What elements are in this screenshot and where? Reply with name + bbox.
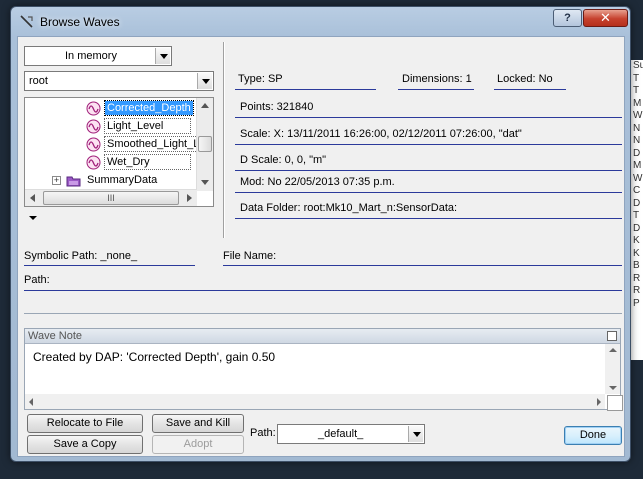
scroll-down-icon[interactable] [197, 174, 213, 190]
wave-note-panel: Wave Note Created by DAP: 'Corrected Dep… [24, 328, 621, 410]
source-select-value: In memory [65, 50, 117, 62]
background-strip-item: T [633, 72, 640, 84]
folder-select[interactable]: root [24, 71, 214, 91]
chevron-down-icon[interactable] [197, 73, 212, 89]
folder-select-value: root [29, 75, 48, 87]
note-horizontal-scrollbar[interactable] [25, 394, 605, 409]
scroll-down-icon[interactable] [605, 379, 620, 394]
folder-icon [66, 176, 81, 187]
underline [494, 89, 566, 90]
browse-waves-dialog: Browse Waves ? ✕ In memory root Correcte… [10, 6, 631, 462]
scroll-thumb[interactable] [198, 136, 212, 152]
mod-field: Mod: No 22/05/2013 07:35 p.m. [240, 176, 395, 188]
background-strip-item: Su [633, 60, 643, 71]
underline [235, 192, 622, 193]
background-strip-item: M [633, 97, 642, 109]
file-name-field: File Name: [223, 250, 277, 262]
underline [235, 170, 622, 171]
help-button[interactable]: ? [553, 9, 582, 27]
points-field: Points: 321840 [240, 101, 314, 113]
browse-waves-icon [20, 15, 33, 28]
wave-tree[interactable]: Corrected_Depth Light_Level Smoothed_Lig… [24, 97, 214, 207]
dscale-field: D Scale: 0, 0, "m" [240, 154, 327, 166]
vertical-separator [223, 42, 225, 238]
locked-field: Locked: No [497, 73, 553, 85]
path-select-label: Path: [250, 427, 276, 439]
background-strip-item: C [633, 185, 641, 196]
underline [235, 89, 376, 90]
source-select[interactable]: In memory [24, 46, 172, 66]
underline [235, 144, 622, 145]
background-strip-item: R [633, 272, 641, 284]
background-app-strip: Su T T M W N N D M W C D T D K K B R R P [630, 60, 643, 360]
wave-note-text[interactable]: Created by DAP: 'Corrected Depth', gain … [33, 350, 275, 364]
window-title: Browse Waves [40, 15, 120, 29]
wave-icon [86, 119, 101, 134]
adopt-button[interactable]: Adopt [152, 435, 244, 454]
close-button[interactable]: ✕ [583, 9, 628, 27]
divider [24, 313, 622, 314]
background-strip-item: T [633, 85, 640, 96]
scale-field: Scale: X: 13/11/2011 16:26:00, 02/12/201… [240, 128, 522, 140]
background-strip-item: K [633, 235, 640, 246]
background-strip-item: T [633, 210, 640, 221]
data-folder-field: Data Folder: root:Mk10_Mart_n:SensorData… [240, 202, 458, 214]
scroll-up-icon[interactable] [605, 344, 620, 359]
wave-note-title: Wave Note [28, 330, 83, 342]
save-and-kill-button[interactable]: Save and Kill [152, 414, 244, 433]
title-bar[interactable]: Browse Waves ? ✕ [11, 7, 630, 37]
expand-icon[interactable]: + [52, 176, 61, 185]
tree-vertical-scrollbar[interactable] [196, 98, 213, 191]
underline [235, 117, 622, 118]
path-select[interactable]: _default_ [277, 424, 425, 444]
wave-icon [86, 101, 101, 116]
path-field: Path: [24, 274, 50, 286]
background-strip-item: D [633, 222, 641, 234]
chevron-down-icon[interactable] [155, 48, 170, 64]
resize-corner[interactable] [607, 395, 623, 411]
save-a-copy-button[interactable]: Save a Copy [27, 435, 143, 454]
background-strip-item: P [633, 297, 640, 309]
path-select-value: _default_ [318, 428, 364, 440]
note-vertical-scrollbar[interactable] [605, 344, 620, 394]
background-strip-item: N [633, 122, 641, 134]
underline [24, 265, 195, 266]
symbolic-path-field: Symbolic Path: _none_ [24, 250, 138, 262]
background-strip-item: B [633, 260, 640, 271]
wave-note-header: Wave Note [25, 329, 620, 344]
maximize-icon[interactable] [607, 331, 617, 341]
tree-horizontal-scrollbar[interactable]: III [25, 189, 197, 206]
underline [235, 218, 622, 219]
underline [24, 290, 622, 291]
scroll-thumb-horizontal[interactable]: III [43, 191, 179, 205]
type-field: Type: SP [238, 73, 283, 85]
underline [223, 265, 622, 266]
background-strip-item: W [633, 110, 643, 121]
wave-icon [86, 137, 101, 152]
background-strip-item: W [633, 172, 643, 184]
background-strip-item: K [633, 247, 640, 259]
background-strip-item: R [633, 285, 641, 296]
dialog-body: In memory root Corrected_Depth Light_Lev… [17, 36, 625, 457]
background-strip-item: D [633, 197, 641, 209]
scroll-up-icon[interactable] [197, 98, 213, 114]
background-strip-item: D [633, 147, 641, 159]
underline [398, 89, 474, 90]
tree-options-chevron-icon[interactable] [26, 211, 40, 225]
chevron-down-icon[interactable] [408, 426, 423, 442]
dimensions-field: Dimensions: 1 [402, 73, 472, 85]
wave-icon [86, 155, 101, 170]
relocate-to-file-button[interactable]: Relocate to File [27, 414, 143, 433]
done-button[interactable]: Done [564, 426, 622, 445]
background-strip-item: N [633, 135, 641, 146]
background-strip-item: M [633, 160, 642, 171]
